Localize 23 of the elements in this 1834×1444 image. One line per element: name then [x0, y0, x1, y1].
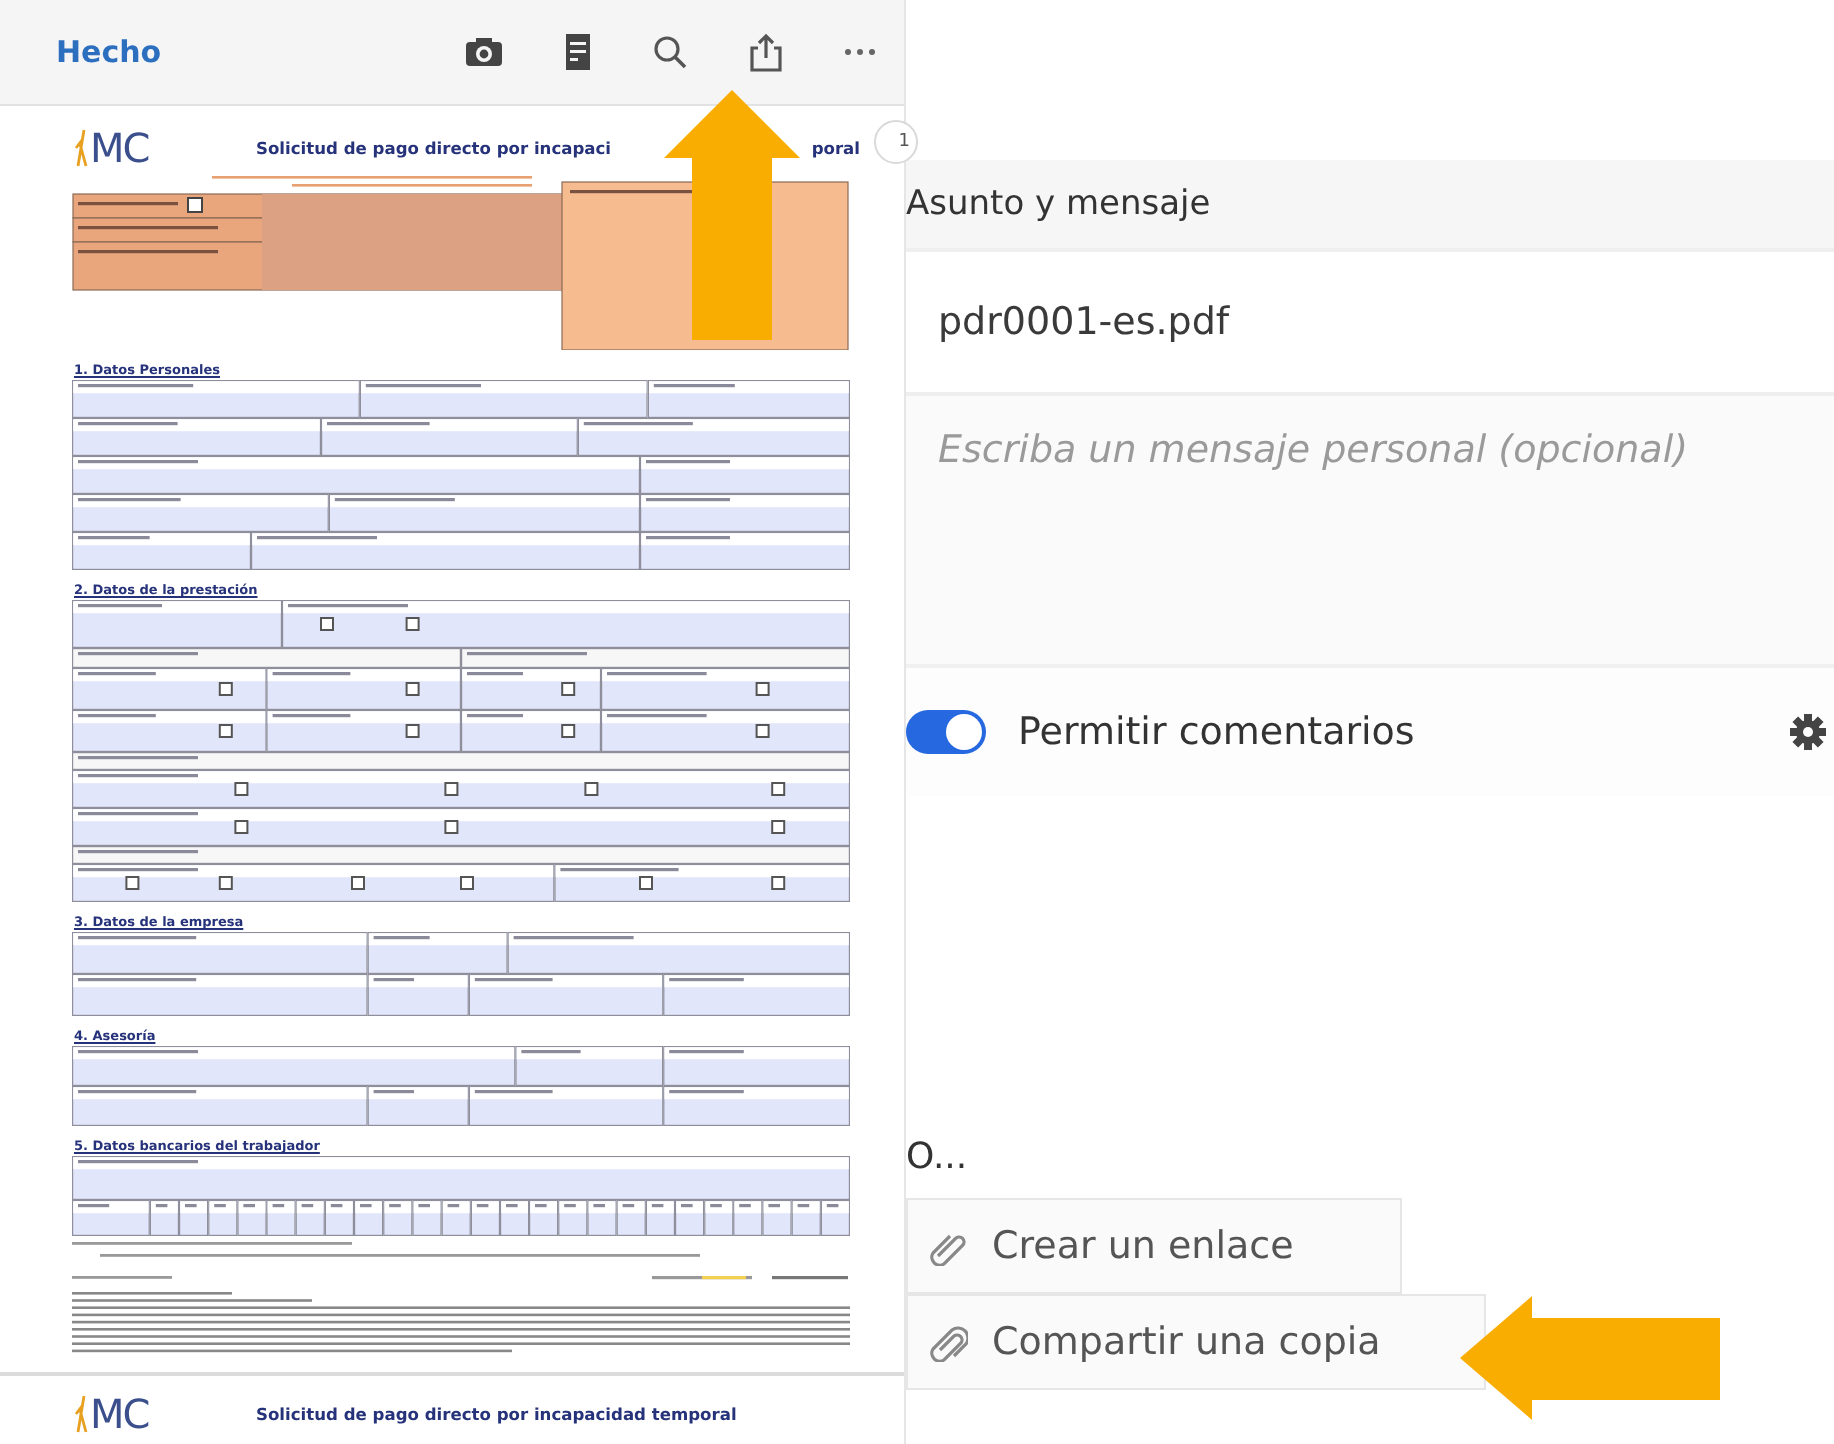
share-option[interactable]: Compartir una copia: [906, 1294, 1486, 1390]
options-heading: O...: [906, 1136, 970, 1178]
message-field[interactable]: Escriba un mensaje personal (opcional): [906, 396, 1834, 668]
figure-icon: [72, 1394, 88, 1434]
logo: MC: [90, 128, 149, 168]
share-icon[interactable]: [748, 32, 784, 72]
section-heading: Asunto y mensaje: [906, 184, 1211, 224]
share-option[interactable]: Crear un enlace: [906, 1198, 1402, 1294]
subject-text: pdr0001-es.pdf: [938, 300, 1230, 344]
settings-icon[interactable]: [1790, 714, 1826, 750]
paperclip-icon: [928, 1322, 968, 1362]
camera-icon[interactable]: [464, 36, 504, 68]
document-title: poral: [811, 138, 860, 158]
figure-icon: [72, 128, 88, 168]
document-icon[interactable]: [564, 32, 592, 72]
logo: MC: [90, 1394, 149, 1434]
document-title: Solicitud de pago directo por incapacidad temporal: [256, 1404, 737, 1424]
done-button[interactable]: Hecho: [56, 34, 162, 70]
search-icon[interactable]: [652, 34, 688, 70]
more-icon[interactable]: [844, 48, 876, 56]
toggle-switch[interactable]: [906, 710, 986, 754]
document-title: Solicitud de pago directo por incapaci: [256, 138, 612, 158]
toggle-label: Permitir comentarios: [1018, 710, 1415, 754]
